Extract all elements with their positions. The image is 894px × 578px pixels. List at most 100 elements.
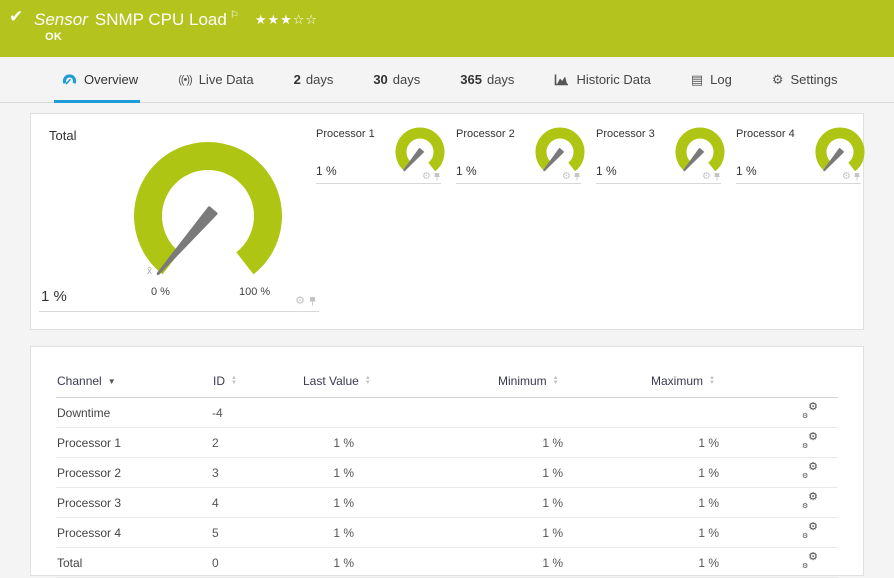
sensor-kind-label: Sensor	[34, 10, 88, 29]
total-gauge-dial[interactable]	[108, 131, 308, 301]
gauge-tile-total: Total x̄ 0 % 100 % 1 % ⚙	[39, 126, 319, 312]
channel-settings-icon[interactable]: ⚙⚙	[803, 524, 818, 539]
tab-settings[interactable]: ⚙ Settings	[752, 57, 858, 102]
tab-30-days[interactable]: 30 days	[353, 57, 440, 102]
sensor-header: ✔ SensorSNMP CPU Load⚐★★★☆☆ OK	[0, 0, 894, 57]
tab-2-days[interactable]: 2 days	[274, 57, 354, 102]
channel-last-value: 1 %	[302, 458, 466, 488]
channel-settings-icon[interactable]: ⚙⚙	[803, 464, 818, 479]
tab-overview[interactable]: Overview	[42, 57, 158, 102]
table-row-processor-4: Processor 4 5 1 % 1 % 1 % ⚙⚙	[56, 518, 838, 548]
channel-gear-icon[interactable]: ⚙	[842, 172, 851, 182]
channel-minimum: 1 %	[466, 458, 641, 488]
channel-last-value	[302, 398, 466, 428]
channel-settings-icon[interactable]: ⚙⚙	[803, 404, 818, 419]
tab-label: Historic Data	[576, 72, 650, 87]
processor-1-gauge-dial[interactable]	[388, 122, 452, 178]
column-label: Minimum	[498, 374, 547, 388]
gauge-max-label: 100 %	[239, 286, 270, 298]
tile-actions: ⚙	[842, 172, 861, 182]
sensor-name: SNMP CPU Load	[95, 10, 227, 29]
channel-gear-icon[interactable]: ⚙	[295, 296, 305, 307]
tab-number: 30	[373, 72, 387, 87]
channel-maximum: 1 %	[641, 428, 783, 458]
tab-number: 365	[460, 72, 482, 87]
channel-name: Processor 2	[56, 458, 211, 488]
gauge-value: 1 %	[316, 164, 337, 178]
gauge-value: 1 %	[596, 164, 617, 178]
tab-label: Overview	[84, 72, 138, 87]
tab-label: days	[393, 72, 420, 87]
sort-desc-icon: ▼	[108, 377, 116, 386]
channel-minimum: 1 %	[466, 548, 641, 578]
column-header-channel[interactable]: Channel▼	[56, 365, 211, 398]
processor-2-gauge-dial[interactable]	[528, 122, 592, 178]
channel-name: Processor 3	[56, 488, 211, 518]
gauge-value: 1 %	[736, 164, 757, 178]
channel-name: Processor 4	[56, 518, 211, 548]
column-header-maximum[interactable]: Maximum▲▼	[641, 365, 783, 398]
gauge-value: 1 %	[41, 288, 67, 305]
channel-gear-icon[interactable]: ⚙	[562, 172, 571, 182]
channel-gear-icon[interactable]: ⚙	[422, 172, 431, 182]
pin-icon[interactable]	[433, 172, 441, 182]
pin-icon[interactable]	[853, 172, 861, 182]
channel-last-value: 1 %	[302, 488, 466, 518]
tab-historic-data[interactable]: Historic Data	[534, 57, 670, 102]
channel-settings-icon[interactable]: ⚙⚙	[803, 434, 818, 449]
tab-log[interactable]: ▤ Log	[671, 57, 752, 102]
pin-icon[interactable]	[713, 172, 721, 182]
table-row-processor-2: Processor 2 3 1 % 1 % 1 % ⚙⚙	[56, 458, 838, 488]
channel-id: -4	[211, 398, 302, 428]
channel-maximum: 1 %	[641, 458, 783, 488]
column-header-last-value[interactable]: Last Value▲▼	[302, 365, 466, 398]
mean-marker-label: x̄	[147, 266, 152, 277]
log-icon: ▤	[691, 73, 703, 86]
channels-table-panel: Channel▼ ID ▲▼ Last Value▲▼ Minimum ▲▼ Max…	[30, 346, 864, 576]
sort-both-icon: ▲▼	[553, 376, 559, 386]
tile-actions: ⚙	[562, 172, 581, 182]
stars-filled[interactable]: ★★★	[255, 12, 293, 27]
channel-minimum: 1 %	[466, 428, 641, 458]
pin-icon[interactable]	[308, 296, 317, 307]
tab-365-days[interactable]: 365 days	[440, 57, 534, 102]
column-label: ID	[213, 374, 225, 388]
pin-icon[interactable]	[573, 172, 581, 182]
channel-name: Total	[56, 548, 211, 578]
processor-3-gauge-dial[interactable]	[668, 122, 732, 178]
channel-id: 3	[211, 458, 302, 488]
column-header-minimum[interactable]: Minimum ▲▼	[466, 365, 641, 398]
tab-bar: Overview ((•)) Live Data 2 days 30 days …	[0, 57, 894, 103]
channel-maximum: 1 %	[641, 518, 783, 548]
channel-id: 4	[211, 488, 302, 518]
channel-settings-icon[interactable]: ⚙⚙	[803, 554, 818, 569]
channel-last-value: 1 %	[302, 428, 466, 458]
gauge-tile-processor-2: Processor 2 1 % ⚙	[456, 126, 581, 184]
channel-settings-icon[interactable]: ⚙⚙	[803, 494, 818, 509]
table-row-downtime: Downtime -4 ⚙⚙	[56, 398, 838, 428]
channel-name: Downtime	[56, 398, 211, 428]
column-label: Last Value	[303, 374, 359, 388]
column-header-id[interactable]: ID ▲▼	[211, 365, 302, 398]
sort-both-icon: ▲▼	[231, 376, 237, 386]
chart-icon	[554, 74, 569, 86]
channel-last-value: 1 %	[302, 548, 466, 578]
status-check-icon: ✔	[9, 8, 23, 25]
channel-name: Processor 1	[56, 428, 211, 458]
flag-icon[interactable]: ⚐	[230, 10, 239, 21]
tab-live-data[interactable]: ((•)) Live Data	[158, 57, 273, 102]
gauge-tile-processor-4: Processor 4 1 % ⚙	[736, 126, 861, 184]
gauge-value: 1 %	[456, 164, 477, 178]
priority-stars[interactable]: ★★★☆☆	[255, 12, 318, 27]
tile-actions: ⚙	[422, 172, 441, 182]
channel-gear-icon[interactable]: ⚙	[702, 172, 711, 182]
table-row-total: Total 0 1 % 1 % 1 % ⚙⚙	[56, 548, 838, 578]
tab-label: Log	[710, 72, 732, 87]
stars-empty[interactable]: ☆☆	[293, 12, 318, 27]
live-data-icon: ((•))	[178, 74, 192, 86]
gauge-icon	[62, 73, 77, 86]
channel-maximum	[641, 398, 783, 428]
processor-4-gauge-dial[interactable]	[808, 122, 872, 178]
gear-icon: ⚙	[772, 73, 784, 86]
gauge-tile-processor-1: Processor 1 1 % ⚙	[316, 126, 441, 184]
